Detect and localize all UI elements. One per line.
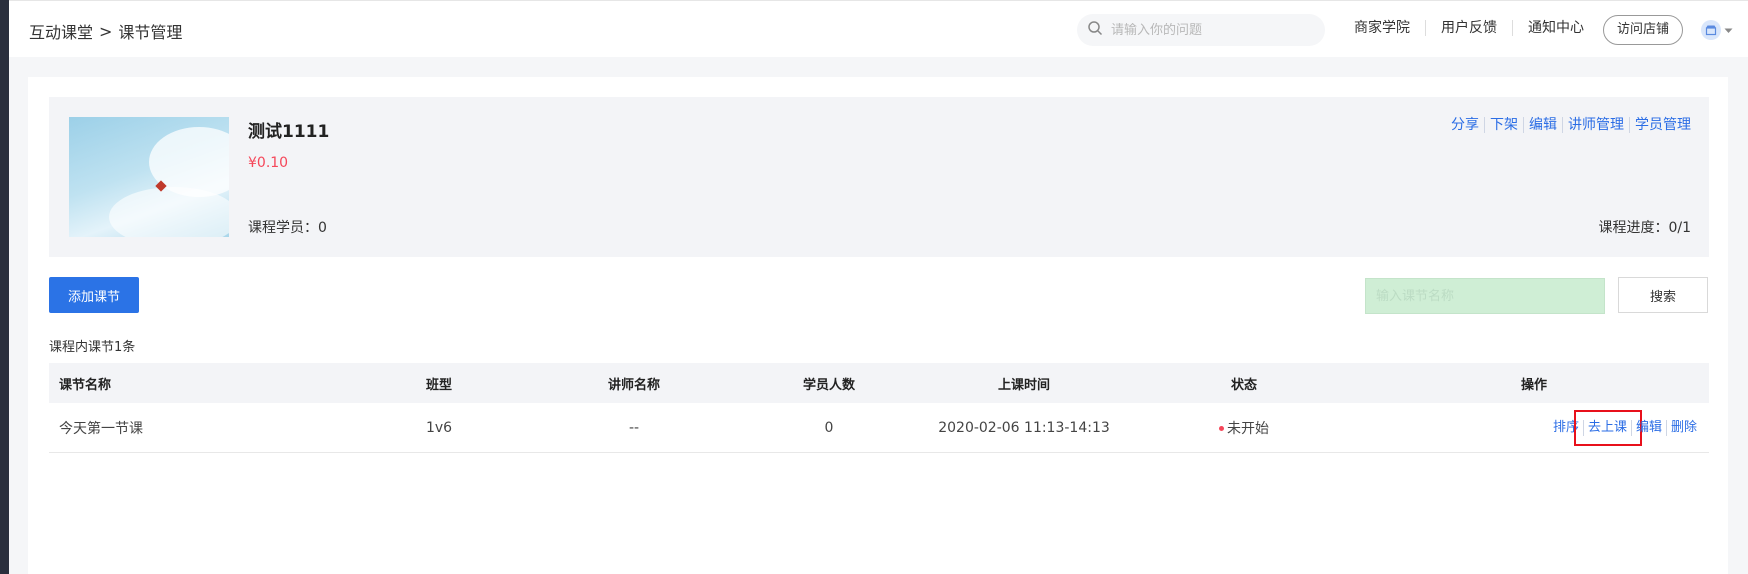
help-search-input[interactable] [1111, 22, 1301, 38]
chevron-down-icon [1724, 22, 1733, 38]
teacher-manage-link[interactable]: 讲师管理 [1563, 117, 1630, 133]
lesson-count: 课程内课节1条 [49, 340, 136, 355]
add-lesson-button[interactable]: 添加课节 [49, 277, 139, 313]
course-price: ¥0.10 [248, 155, 289, 171]
lesson-status: 未开始 [1129, 418, 1359, 438]
lesson-teacher: -- [628, 419, 640, 436]
unpublish-link[interactable]: 下架 [1485, 117, 1524, 133]
table-header: 课节名称 班型 讲师名称 学员人数 上课时间 状态 操作 [49, 363, 1709, 403]
search-button[interactable]: 搜索 [1618, 277, 1708, 313]
left-nav-strip [0, 0, 9, 574]
header-time: 上课时间 [997, 377, 1050, 393]
lesson-class-type: 1v6 [425, 419, 453, 436]
delete-lesson-link[interactable]: 删除 [1667, 420, 1701, 436]
header-ops: 操作 [1520, 377, 1547, 393]
header-teacher: 讲师名称 [607, 377, 660, 393]
share-link[interactable]: 分享 [1446, 117, 1485, 133]
header-status: 状态 [1230, 377, 1257, 393]
header-class-type: 班型 [425, 377, 452, 393]
breadcrumb-separator: > [99, 21, 113, 41]
lesson-table: 课节名称 班型 讲师名称 学员人数 上课时间 状态 操作 今天第一节课 1v6 … [49, 363, 1709, 453]
header-students: 学员人数 [802, 377, 855, 393]
top-links: 商家学院 用户反馈 通知中心 [1339, 20, 1599, 36]
course-thumbnail [69, 117, 229, 237]
lesson-name: 今天第一节课 [59, 420, 143, 437]
lesson-ops: 排序 去上课 编辑 删除 [1359, 409, 1709, 446]
search-icon[interactable] [1087, 20, 1103, 40]
main-panel: 测试1111 ¥0.10 课程学员：0 分享 下架 编辑 讲师管理 学员管理 课… [28, 77, 1728, 574]
status-dot-icon [1219, 426, 1224, 431]
course-card: 测试1111 ¥0.10 课程学员：0 分享 下架 编辑 讲师管理 学员管理 课… [49, 97, 1709, 257]
lesson-search-input[interactable] [1365, 278, 1605, 314]
sort-link[interactable]: 排序 [1549, 419, 1584, 436]
breadcrumb-current: 课节管理 [118, 23, 183, 42]
lesson-students: 0 [824, 419, 834, 436]
breadcrumb-root[interactable]: 互动课堂 [29, 19, 93, 43]
edit-lesson-link[interactable]: 编辑 [1632, 419, 1667, 436]
top-link-notifications[interactable]: 通知中心 [1513, 20, 1599, 36]
store-menu[interactable] [1701, 20, 1733, 40]
store-icon [1701, 20, 1721, 40]
course-actions: 分享 下架 编辑 讲师管理 学员管理 [1446, 117, 1691, 133]
lesson-status-text: 未开始 [1227, 420, 1269, 437]
table-row: 今天第一节课 1v6 -- 0 2020-02-06 11:13-14:13 未… [49, 403, 1709, 453]
course-students: 课程学员：0 [248, 220, 327, 236]
course-title: 测试1111 [248, 122, 330, 142]
header-name: 课节名称 [59, 377, 112, 393]
top-bar: 互动课堂 > 课节管理 商家学院 用户反馈 通知中心 访问店铺 [9, 0, 1748, 57]
top-link-feedback[interactable]: 用户反馈 [1426, 20, 1513, 36]
course-progress: 课程进度：0/1 [1598, 220, 1691, 236]
lesson-time: 2020-02-06 11:13-14:13 [938, 419, 1110, 436]
breadcrumb: 互动课堂 > 课节管理 [29, 19, 182, 43]
start-class-link[interactable]: 去上课 [1573, 409, 1642, 446]
student-manage-link[interactable]: 学员管理 [1630, 117, 1691, 133]
edit-course-link[interactable]: 编辑 [1524, 117, 1563, 133]
top-link-academy[interactable]: 商家学院 [1339, 20, 1426, 36]
visit-store-button[interactable]: 访问店铺 [1603, 15, 1683, 45]
help-search [1077, 14, 1325, 46]
